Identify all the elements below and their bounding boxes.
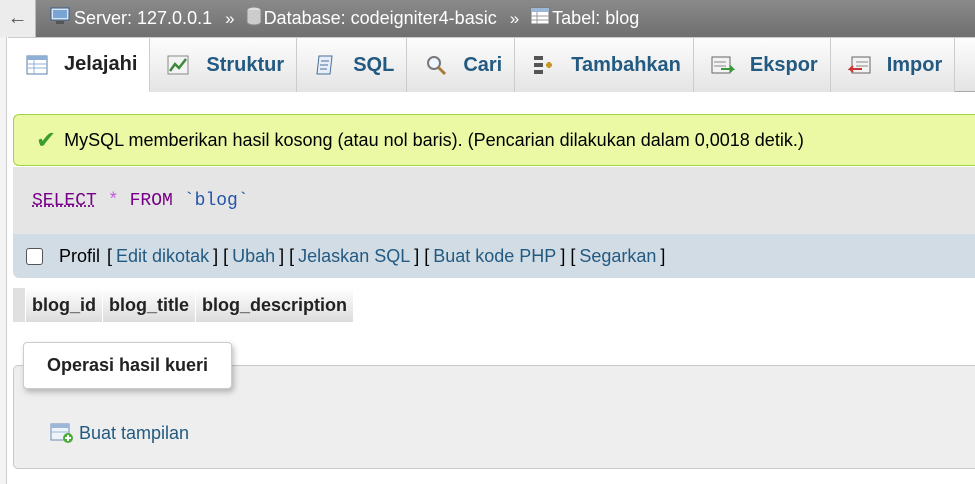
breadcrumb-separator: » [509, 8, 520, 28]
check-icon: ✔ [36, 126, 57, 154]
tab-label: Tambahkan [571, 53, 681, 76]
search-icon [423, 53, 449, 77]
database-icon [246, 6, 262, 31]
breadcrumb-database-label: Database: codeigniter4-basic [263, 8, 497, 28]
query-options-bar: Profil [ Edit dikotak ] [ Ubah ] [ Jelas… [13, 234, 975, 278]
breadcrumb-bar: ← Server: 127.0.0.1 » Database: codeigni… [0, 0, 975, 37]
export-icon [710, 53, 736, 77]
column-header-blog-description[interactable]: blog_description [196, 288, 355, 322]
sql-keyword-from: FROM [129, 190, 173, 211]
link-refresh[interactable]: Segarkan [579, 246, 656, 267]
column-header-blog-title[interactable]: blog_title [103, 288, 196, 322]
header-spacer [13, 288, 26, 322]
bracket: ] [ [279, 245, 295, 266]
table-icon [530, 7, 550, 30]
breadcrumb-separator: » [225, 8, 235, 28]
tab-browse[interactable]: Jelajahi [8, 37, 151, 92]
server-icon [50, 7, 72, 30]
bracket: [ [107, 245, 113, 266]
column-header-blog-id[interactable]: blog_id [26, 288, 103, 322]
tab-label: Jelajahi [64, 53, 138, 75]
bracket: ] [ [414, 245, 430, 266]
tab-structure[interactable]: Struktur [150, 37, 298, 92]
result-table-header: blog_id blog_title blog_description [13, 288, 355, 322]
link-edit-inline[interactable]: Edit dikotak [116, 246, 209, 267]
tab-label: Ekspor [749, 53, 818, 76]
structure-icon [166, 53, 192, 77]
success-message-text: MySQL memberikan hasil kosong (atau nol … [64, 129, 804, 150]
create-view-link[interactable]: Buat tampilan [50, 422, 189, 444]
tab-label: Impor [886, 53, 943, 76]
left-border [0, 37, 7, 484]
tab-search[interactable]: Cari [407, 37, 516, 92]
success-message: ✔ MySQL memberikan hasil kosong (atau no… [13, 114, 975, 166]
breadcrumb-table-label: Tabel: blog [552, 8, 640, 28]
bracket: ] [660, 245, 666, 266]
tab-bar-filler [955, 37, 975, 91]
profil-label[interactable]: Profil [59, 246, 100, 267]
link-create-php-code[interactable]: Buat kode PHP [433, 246, 556, 267]
sql-keyword-select[interactable]: SELECT [32, 191, 97, 211]
sql-icon [313, 53, 339, 77]
sql-table-identifier: `blog` [183, 190, 249, 211]
sql-star: * [107, 190, 119, 211]
tab-label: Cari [463, 53, 503, 76]
breadcrumb-database[interactable]: Database: codeigniter4-basic [246, 6, 497, 31]
breadcrumb-server[interactable]: Server: 127.0.0.1 [50, 7, 212, 30]
tab-import[interactable]: Impor [830, 37, 956, 92]
link-edit[interactable]: Ubah [232, 246, 275, 267]
tab-bar: Jelajahi Struktur SQL Cari Tambahkan Eks… [8, 37, 975, 92]
import-icon [847, 53, 873, 77]
insert-icon [531, 53, 557, 77]
create-view-icon [50, 422, 74, 444]
browse-icon [24, 53, 50, 77]
sql-query-box[interactable]: SELECT * FROM `blog` [13, 167, 975, 234]
breadcrumb-table[interactable]: Tabel: blog [530, 7, 639, 30]
back-arrow-icon[interactable]: ← [0, 0, 36, 37]
bracket: ] [ [560, 245, 576, 266]
tab-label: Struktur [206, 53, 285, 76]
profil-checkbox[interactable] [26, 247, 43, 265]
breadcrumb-server-label: Server: 127.0.0.1 [74, 8, 213, 28]
tab-sql[interactable]: SQL [297, 37, 408, 92]
tab-label: SQL [353, 53, 395, 76]
tab-export[interactable]: Ekspor [693, 37, 831, 92]
bracket: ] [ [213, 245, 229, 266]
tab-insert[interactable]: Tambahkan [515, 37, 694, 92]
link-explain-sql[interactable]: Jelaskan SQL [298, 246, 410, 267]
create-view-label: Buat tampilan [79, 422, 190, 443]
query-operations-legend: Operasi hasil kueri [23, 342, 232, 389]
